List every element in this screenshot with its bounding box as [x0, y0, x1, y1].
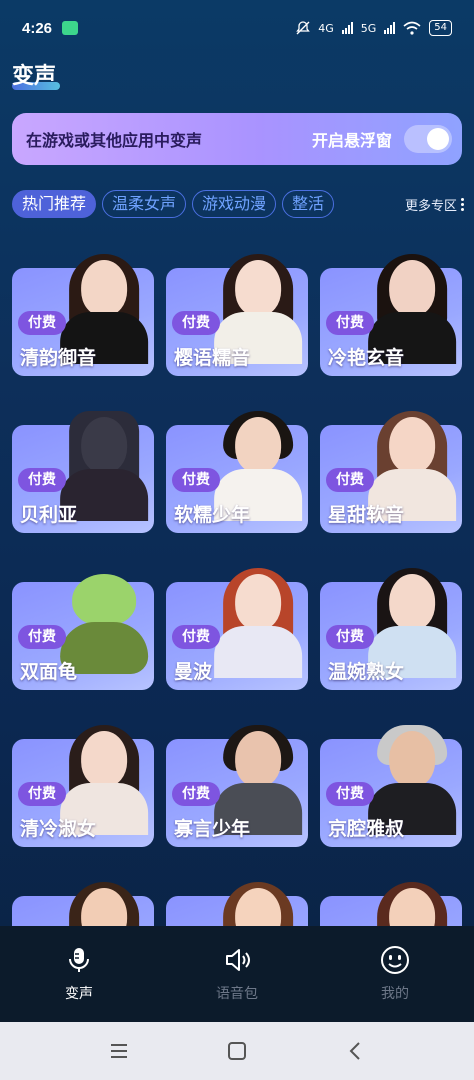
voice-name: 贝利亚	[20, 504, 78, 526]
voice-avatar	[210, 568, 306, 690]
paid-badge: 付费	[326, 311, 374, 335]
mute-icon	[296, 21, 311, 35]
category-tabs: 热门推荐 温柔女声 游戏动漫 整活 更多专区	[12, 190, 464, 218]
floating-window-toggle[interactable]	[404, 125, 452, 153]
more-vertical-icon	[461, 197, 464, 211]
voice-card[interactable]: 付费 寡言少年	[166, 709, 308, 847]
voice-name: 温婉熟女	[328, 661, 405, 683]
paid-badge: 付费	[326, 782, 374, 806]
nav-profile-label: 我的	[381, 986, 409, 1002]
voice-avatar	[56, 882, 152, 926]
speaker-icon	[226, 949, 250, 971]
voice-card[interactable]: 付费 双面龟	[12, 552, 154, 690]
signal-label-2: 5G	[360, 21, 377, 35]
floating-window-toggle-label: 开启悬浮窗	[311, 131, 392, 150]
voice-card[interactable]: 付费 曼波	[166, 552, 308, 690]
voice-card[interactable]: 付费 温婉熟女	[320, 552, 462, 690]
voice-card[interactable]	[320, 866, 462, 926]
voice-grid[interactable]: 付费 清韵御音 付费 樱语糯音 付费 冷艳玄音 付费 贝利亚 付费 软糯少年 付…	[12, 238, 462, 926]
voice-name: 清冷淑女	[20, 818, 97, 840]
tab-hot[interactable]: 热门推荐	[12, 190, 97, 218]
battery-indicator: 54	[429, 20, 452, 36]
voice-name: 清韵御音	[20, 347, 97, 369]
voice-card[interactable]	[166, 866, 308, 926]
paid-badge: 付费	[172, 625, 220, 649]
voice-name: 京腔雅叔	[328, 818, 405, 840]
voice-card[interactable]: 付费 京腔雅叔	[320, 709, 462, 847]
paid-badge: 付费	[326, 468, 374, 492]
voice-avatar	[210, 882, 306, 926]
paid-badge: 付费	[172, 311, 220, 335]
more-zones-label: 更多专区	[404, 198, 457, 214]
tabs-scroll[interactable]: 热门推荐 温柔女声 游戏动漫 整活	[12, 190, 378, 218]
nav-profile[interactable]: 我的	[316, 926, 474, 1022]
paid-badge: 付费	[18, 782, 66, 806]
paid-badge: 付费	[18, 311, 66, 335]
nav-voice-pack[interactable]: 语音包	[158, 926, 316, 1022]
voice-avatar	[364, 882, 460, 926]
app-notification-icon	[62, 21, 79, 35]
nav-voice-pack-label: 语音包	[216, 986, 258, 1002]
voice-card[interactable]: 付费 清韵御音	[12, 238, 154, 376]
paid-badge: 付费	[18, 625, 66, 649]
status-indicators: 4G 5G 54	[296, 20, 452, 36]
signal-label-1: 4G	[318, 21, 334, 35]
voice-name: 软糯少年	[174, 504, 251, 526]
smiley-icon	[381, 946, 409, 974]
home-icon[interactable]	[226, 1040, 248, 1062]
tab-funny[interactable]: 整活	[282, 190, 335, 218]
paid-badge: 付费	[18, 468, 66, 492]
system-nav-bar	[0, 1022, 474, 1080]
wifi-icon	[403, 21, 421, 35]
tab-game-anime[interactable]: 游戏动漫	[192, 190, 277, 218]
page-title: 变声	[12, 64, 57, 89]
voice-name: 曼波	[174, 661, 213, 683]
voice-name: 樱语糯音	[174, 347, 251, 369]
nav-voice-change[interactable]: 变声	[0, 926, 158, 1022]
voice-card[interactable]: 付费 软糯少年	[166, 395, 308, 533]
signal-bars-1-icon	[341, 22, 353, 34]
voice-name: 寡言少年	[174, 818, 251, 840]
status-time: 4:26	[22, 19, 53, 37]
voice-name: 星甜软音	[328, 504, 405, 526]
voice-card[interactable]: 付费 冷艳玄音	[320, 238, 462, 376]
more-zones-button[interactable]: 更多专区	[405, 195, 464, 214]
paid-badge: 付费	[172, 782, 220, 806]
paid-badge: 付费	[326, 625, 374, 649]
paid-badge: 付费	[172, 468, 220, 492]
floating-window-banner[interactable]: 在游戏或其他应用中变声 开启悬浮窗	[12, 113, 462, 165]
voice-card[interactable]: 付费 樱语糯音	[166, 238, 308, 376]
nav-voice-change-label: 变声	[65, 986, 93, 1002]
back-icon[interactable]	[344, 1040, 366, 1062]
voice-name: 双面龟	[20, 661, 78, 683]
tab-gentle-female[interactable]: 温柔女声	[102, 190, 187, 218]
microphone-icon	[69, 948, 89, 972]
signal-bars-2-icon	[384, 22, 396, 34]
toggle-knob	[427, 128, 449, 150]
voice-card[interactable]: 付费 清冷淑女	[12, 709, 154, 847]
voice-name: 冷艳玄音	[328, 347, 405, 369]
voice-card[interactable]: 付费 贝利亚	[12, 395, 154, 533]
status-bar: 4:26 4G 5G 54	[0, 0, 474, 56]
recent-apps-icon[interactable]	[108, 1040, 130, 1062]
voice-card[interactable]	[12, 866, 154, 926]
voice-card[interactable]: 付费 星甜软音	[320, 395, 462, 533]
bottom-nav: 变声 语音包 我的	[0, 926, 474, 1022]
banner-text: 在游戏或其他应用中变声	[26, 131, 203, 150]
